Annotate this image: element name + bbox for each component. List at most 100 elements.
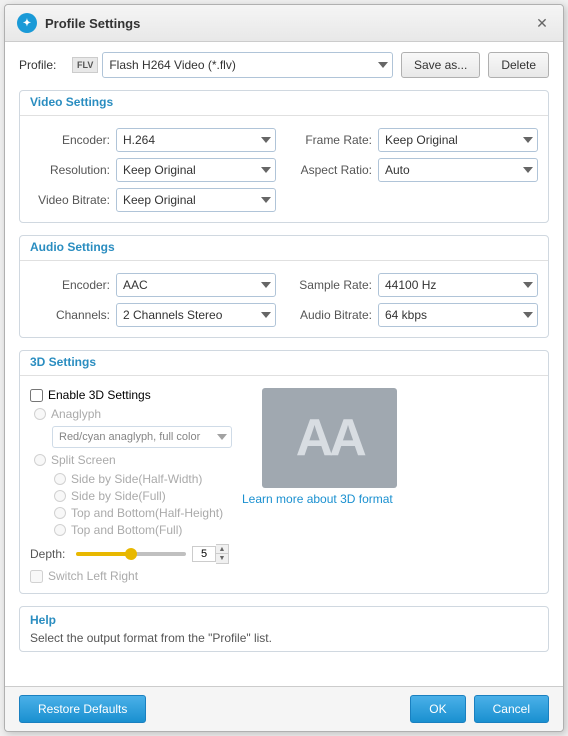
depth-down-arrow[interactable]: ▼ bbox=[216, 554, 228, 563]
title-bar-left: ✦ Profile Settings bbox=[17, 13, 140, 33]
dialog-content: Profile: FLV Flash H264 Video (*.flv) Sa… bbox=[5, 42, 563, 686]
channels-row: Channels: 2 Channels Stereo bbox=[30, 303, 276, 327]
video-settings-content: Encoder: H.264 Frame Rate: Keep Original bbox=[20, 122, 548, 222]
side-full-label: Side by Side(Full) bbox=[71, 489, 166, 503]
preview-text: AA bbox=[296, 412, 363, 464]
3d-controls: Enable 3D Settings Anaglyph Red/cyan ana… bbox=[30, 388, 232, 583]
anaglyph-row: Anaglyph bbox=[30, 407, 232, 421]
side-full-radio[interactable] bbox=[54, 490, 66, 502]
side-half-radio[interactable] bbox=[54, 473, 66, 485]
learn-more-link[interactable]: Learn more about 3D format bbox=[242, 492, 393, 506]
depth-up-arrow[interactable]: ▲ bbox=[216, 545, 228, 554]
resolution-label: Resolution: bbox=[30, 163, 110, 177]
sub-radio-group: Side by Side(Half-Width) Side by Side(Fu… bbox=[30, 472, 232, 537]
preview-area: AA Learn more about 3D format bbox=[242, 388, 397, 583]
flv-icon: FLV bbox=[72, 57, 98, 74]
split-screen-radio[interactable] bbox=[34, 454, 46, 466]
cancel-button[interactable]: Cancel bbox=[474, 695, 549, 723]
depth-arrows: ▲ ▼ bbox=[216, 544, 229, 564]
depth-value-input[interactable] bbox=[192, 546, 216, 562]
frame-rate-label: Frame Rate: bbox=[292, 133, 372, 147]
delete-button[interactable]: Delete bbox=[488, 52, 549, 78]
video-settings-header: Video Settings bbox=[20, 91, 548, 113]
audio-form-grid: Encoder: AAC Sample Rate: 44100 Hz Chann… bbox=[30, 273, 538, 327]
encoder-select[interactable]: H.264 bbox=[116, 128, 276, 152]
audio-settings-section: Audio Settings Encoder: AAC Sample Rate:… bbox=[19, 235, 549, 338]
switch-lr-label: Switch Left Right bbox=[48, 569, 138, 583]
anaglyph-radio[interactable] bbox=[34, 408, 46, 420]
switch-row: Switch Left Right bbox=[30, 569, 232, 583]
video-bitrate-select[interactable]: Keep Original bbox=[116, 188, 276, 212]
audio-encoder-label: Encoder: bbox=[30, 278, 110, 292]
channels-label: Channels: bbox=[30, 308, 110, 322]
3d-settings-section: 3D Settings Enable 3D Settings Anaglyph bbox=[19, 350, 549, 594]
audio-encoder-select[interactable]: AAC bbox=[116, 273, 276, 297]
profile-select-wrap: FLV Flash H264 Video (*.flv) bbox=[72, 52, 393, 78]
video-form-grid: Encoder: H.264 Frame Rate: Keep Original bbox=[30, 128, 538, 212]
frame-rate-row: Frame Rate: Keep Original bbox=[292, 128, 538, 152]
audio-bitrate-label: Audio Bitrate: bbox=[292, 308, 372, 322]
dialog-title: Profile Settings bbox=[45, 16, 140, 31]
help-header: Help bbox=[30, 613, 538, 627]
split-screen-row: Split Screen bbox=[30, 453, 232, 467]
profile-label: Profile: bbox=[19, 58, 64, 72]
depth-slider[interactable] bbox=[76, 552, 186, 556]
audio-bitrate-row: Audio Bitrate: 64 kbps bbox=[292, 303, 538, 327]
top-half-radio[interactable] bbox=[54, 507, 66, 519]
side-half-label: Side by Side(Half-Width) bbox=[71, 472, 202, 486]
title-bar: ✦ Profile Settings ✕ bbox=[5, 5, 563, 42]
enable-3d-checkbox[interactable] bbox=[30, 389, 43, 402]
anaglyph-label: Anaglyph bbox=[51, 407, 101, 421]
aspect-ratio-label: Aspect Ratio: bbox=[292, 163, 372, 177]
resolution-row: Resolution: Keep Original bbox=[30, 158, 276, 182]
ok-button[interactable]: OK bbox=[410, 695, 465, 723]
channels-select[interactable]: 2 Channels Stereo bbox=[116, 303, 276, 327]
anaglyph-type-select[interactable]: Red/cyan anaglyph, full color bbox=[52, 426, 232, 448]
flv-text: FLV bbox=[77, 60, 93, 71]
profile-row: Profile: FLV Flash H264 Video (*.flv) Sa… bbox=[19, 52, 549, 78]
video-bitrate-label: Video Bitrate: bbox=[30, 193, 110, 207]
save-as-button[interactable]: Save as... bbox=[401, 52, 480, 78]
side-full-row: Side by Side(Full) bbox=[50, 489, 232, 503]
aspect-ratio-row: Aspect Ratio: Auto bbox=[292, 158, 538, 182]
profile-settings-dialog: ✦ Profile Settings ✕ Profile: FLV Flash … bbox=[4, 4, 564, 732]
sample-rate-label: Sample Rate: bbox=[292, 278, 372, 292]
enable-3d-row: Enable 3D Settings bbox=[30, 388, 232, 402]
sample-rate-select[interactable]: 44100 Hz bbox=[378, 273, 538, 297]
encoder-label: Encoder: bbox=[30, 133, 110, 147]
split-screen-label: Split Screen bbox=[51, 453, 116, 467]
encoder-row: Encoder: H.264 bbox=[30, 128, 276, 152]
footer: Restore Defaults OK Cancel bbox=[5, 686, 563, 731]
footer-right: OK Cancel bbox=[410, 695, 549, 723]
video-bitrate-row: Video Bitrate: Keep Original bbox=[30, 188, 276, 212]
top-full-label: Top and Bottom(Full) bbox=[71, 523, 182, 537]
top-full-radio[interactable] bbox=[54, 524, 66, 536]
3d-inner: Enable 3D Settings Anaglyph Red/cyan ana… bbox=[30, 388, 397, 583]
enable-3d-label[interactable]: Enable 3D Settings bbox=[48, 388, 151, 402]
3d-settings-header: 3D Settings bbox=[20, 351, 548, 373]
resolution-select[interactable]: Keep Original bbox=[116, 158, 276, 182]
audio-encoder-row: Encoder: AAC bbox=[30, 273, 276, 297]
top-half-row: Top and Bottom(Half-Height) bbox=[50, 506, 232, 520]
help-text: Select the output format from the "Profi… bbox=[30, 631, 538, 645]
help-section: Help Select the output format from the "… bbox=[19, 606, 549, 652]
sample-rate-row: Sample Rate: 44100 Hz bbox=[292, 273, 538, 297]
restore-defaults-button[interactable]: Restore Defaults bbox=[19, 695, 146, 723]
anaglyph-select-wrap: Red/cyan anaglyph, full color bbox=[30, 426, 232, 448]
switch-lr-checkbox[interactable] bbox=[30, 570, 43, 583]
depth-num: ▲ ▼ bbox=[192, 544, 229, 564]
profile-select[interactable]: Flash H264 Video (*.flv) bbox=[102, 52, 393, 78]
depth-label: Depth: bbox=[30, 547, 70, 561]
audio-settings-header: Audio Settings bbox=[20, 236, 548, 258]
frame-rate-select[interactable]: Keep Original bbox=[378, 128, 538, 152]
close-button[interactable]: ✕ bbox=[533, 14, 551, 32]
aspect-ratio-select[interactable]: Auto bbox=[378, 158, 538, 182]
app-icon: ✦ bbox=[17, 13, 37, 33]
top-half-label: Top and Bottom(Half-Height) bbox=[71, 506, 223, 520]
side-half-row: Side by Side(Half-Width) bbox=[50, 472, 232, 486]
depth-row: Depth: ▲ ▼ bbox=[30, 544, 232, 564]
3d-settings-content: Enable 3D Settings Anaglyph Red/cyan ana… bbox=[20, 382, 548, 593]
top-full-row: Top and Bottom(Full) bbox=[50, 523, 232, 537]
audio-bitrate-select[interactable]: 64 kbps bbox=[378, 303, 538, 327]
learn-more-row: Learn more about 3D format bbox=[242, 492, 397, 506]
